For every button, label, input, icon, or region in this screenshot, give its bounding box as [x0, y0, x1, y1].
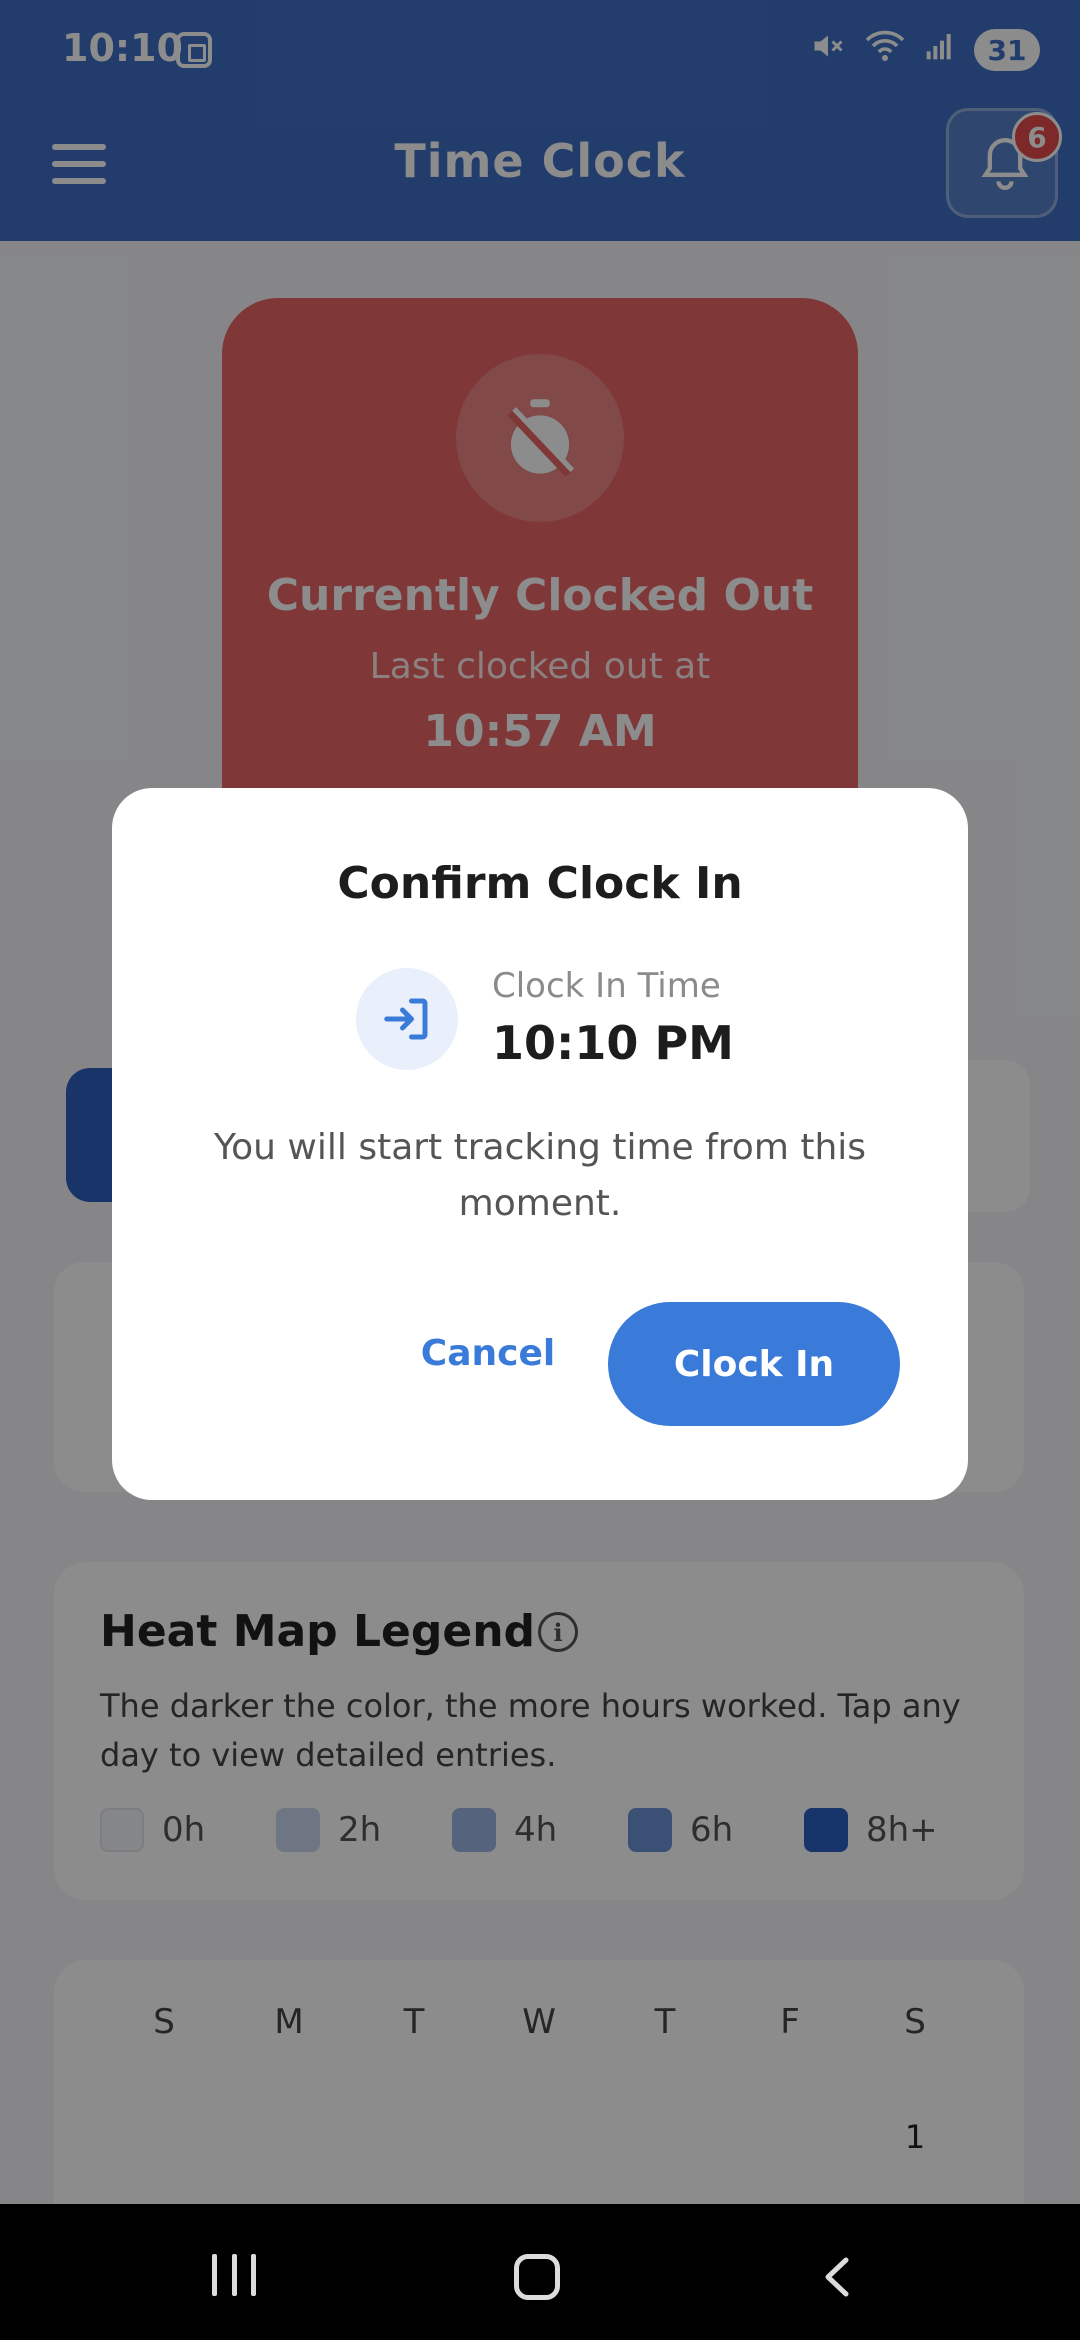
login-arrow-icon: [356, 968, 458, 1070]
dialog-message: You will start tracking time from this m…: [213, 1127, 867, 1224]
back-icon[interactable]: [822, 2256, 852, 2298]
home-icon[interactable]: [514, 2254, 560, 2300]
confirm-clock-in-dialog: Confirm Clock In Clock In Time 10:10 PM …: [112, 788, 968, 1500]
recents-icon[interactable]: [212, 2254, 256, 2296]
dialog-title: Confirm Clock In: [337, 858, 743, 909]
system-nav-bar: [0, 2204, 1080, 2340]
clock-in-button[interactable]: Clock In: [608, 1302, 900, 1426]
clock-in-time-value: 10:10 PM: [492, 1016, 734, 1070]
clock-in-time-label: Clock In Time: [492, 966, 721, 1006]
cancel-button[interactable]: Cancel: [398, 1308, 578, 1398]
